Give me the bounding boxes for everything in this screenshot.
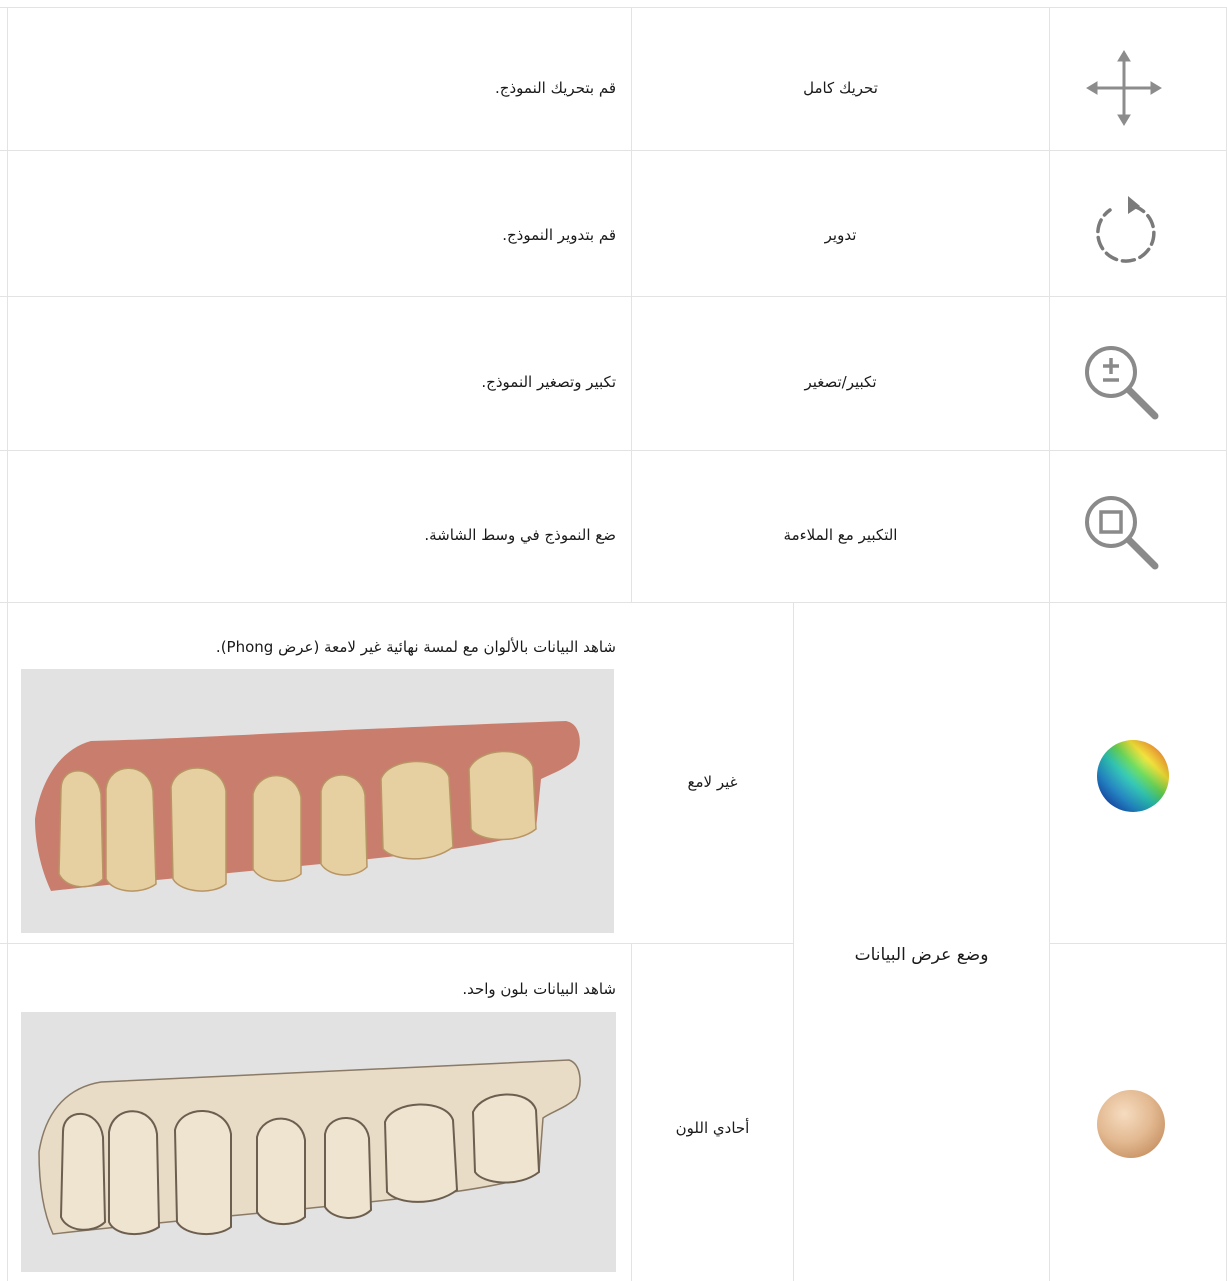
row-divider: [0, 296, 1227, 297]
column-divider: [631, 943, 632, 1281]
mono-sphere-icon: [1095, 1088, 1167, 1164]
function-description: تكبير وتصغير النموذج.: [481, 373, 616, 391]
mode-option-description: شاهد البيانات بلون واحد.: [462, 980, 616, 998]
zoom-plus-minus-icon: [1079, 340, 1169, 434]
row-divider: [0, 943, 793, 944]
colored-teeth-image: [21, 669, 614, 933]
function-name: تحريك كامل: [803, 79, 878, 97]
function-name: التكبير مع الملاءمة: [783, 526, 898, 544]
row-divider: [0, 602, 1227, 603]
mode-option-description: شاهد البيانات بالألوان مع لمسة نهائية غي…: [215, 638, 616, 656]
display-mode-label: وضع عرض البيانات: [854, 945, 989, 965]
monochrome-teeth-image: [21, 1012, 616, 1272]
move-arrows-icon: [1084, 48, 1164, 132]
row-divider: [0, 150, 1227, 151]
function-description: ضع النموذج في وسط الشاشة.: [424, 526, 616, 544]
color-sphere-icon: [1095, 738, 1171, 818]
column-divider: [793, 602, 794, 1281]
column-divider: [1049, 7, 1050, 1281]
function-description: قم بتحريك النموذج.: [495, 79, 616, 97]
zoom-fit-icon: [1079, 490, 1169, 584]
function-description: قم بتدوير النموذج.: [502, 226, 616, 244]
table-border-left: [7, 7, 8, 1281]
feature-table: تحريك كامل قم بتحريك النموذج. تدوير قم ب…: [0, 0, 1227, 1281]
function-name: تدوير: [824, 226, 857, 244]
row-divider: [0, 450, 1227, 451]
rotate-icon: [1084, 192, 1164, 276]
mode-option-label: أحادي اللون: [675, 1119, 750, 1137]
function-name: تكبير/تصغير: [804, 373, 877, 391]
table-border-top: [0, 7, 1227, 8]
row-divider: [1049, 943, 1227, 944]
mode-option-label: غير لامع: [687, 773, 738, 791]
